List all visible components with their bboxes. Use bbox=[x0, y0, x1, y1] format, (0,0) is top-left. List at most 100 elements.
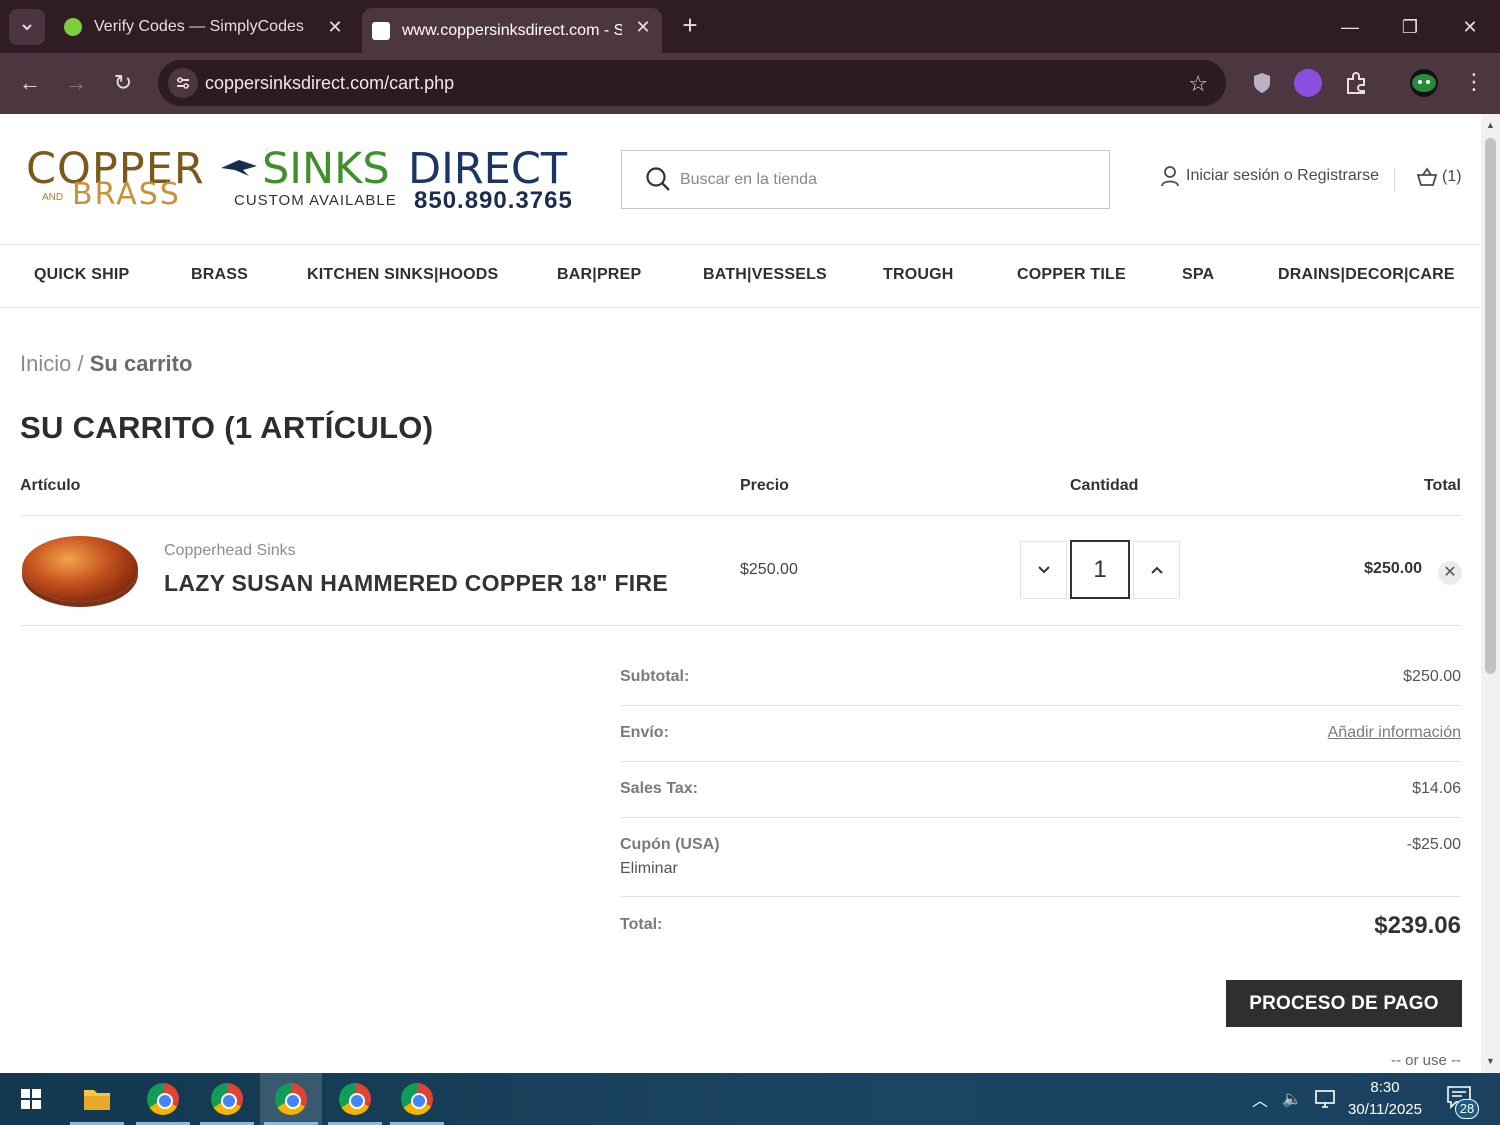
network-icon[interactable] bbox=[1314, 1073, 1336, 1125]
cart-link[interactable]: (1) bbox=[1416, 167, 1462, 187]
nav-item-kitchen-sinks[interactable]: KITCHEN SINKS|HOODS bbox=[307, 266, 498, 284]
shield-extension-icon[interactable] bbox=[1248, 69, 1276, 97]
clock-time: 8:30 bbox=[1370, 1079, 1400, 1096]
windows-logo-icon bbox=[21, 1089, 41, 1109]
start-button[interactable] bbox=[0, 1073, 62, 1125]
store-search[interactable] bbox=[621, 150, 1110, 209]
coupon-value: -$25.00 bbox=[1406, 836, 1461, 853]
tab-search-button[interactable] bbox=[9, 9, 45, 45]
scroll-thumb[interactable] bbox=[1485, 138, 1496, 674]
line-total: $250.00 bbox=[1364, 560, 1422, 577]
remove-item-button[interactable]: ✕ bbox=[1438, 561, 1462, 585]
windows-taskbar: ︿ 🔈 8:30 30/11/2025 28 bbox=[0, 1073, 1500, 1125]
divider bbox=[620, 817, 1461, 818]
site-info-icon[interactable] bbox=[168, 68, 198, 98]
nav-item-bar-prep[interactable]: BAR|PREP bbox=[557, 266, 641, 284]
breadcrumb-current: Su carrito bbox=[89, 351, 193, 376]
taskbar-chrome-4[interactable] bbox=[324, 1073, 386, 1125]
purple-extension-icon[interactable] bbox=[1294, 69, 1322, 97]
tab-simplycodes[interactable]: Verify Codes — SimplyCodes ✕ bbox=[54, 8, 354, 46]
chrome-icon bbox=[147, 1083, 179, 1115]
taskbar-chrome-1[interactable] bbox=[132, 1073, 194, 1125]
close-icon: ✕ bbox=[1443, 564, 1457, 581]
close-window-button[interactable]: ✕ bbox=[1452, 10, 1488, 44]
browser-tab-bar: Verify Codes — SimplyCodes ✕ www.coppers… bbox=[0, 0, 1500, 53]
phone-number[interactable]: 850.890.3765 bbox=[414, 187, 573, 215]
chrome-icon bbox=[211, 1083, 243, 1115]
bookmark-star-icon[interactable]: ☆ bbox=[1188, 71, 1208, 97]
tab-coppersinks[interactable]: www.coppersinksdirect.com - Si ✕ bbox=[362, 8, 662, 53]
breadcrumb-home[interactable]: Inicio bbox=[20, 351, 71, 376]
simplycodes-icon bbox=[64, 18, 82, 36]
logo-sinks-text: SINKS bbox=[262, 144, 390, 194]
scroll-up-arrow-icon[interactable]: ▲ bbox=[1485, 120, 1496, 130]
extensions-puzzle-icon[interactable] bbox=[1342, 69, 1370, 97]
nav-item-trough[interactable]: TROUGH bbox=[883, 266, 954, 284]
product-price: $250.00 bbox=[740, 561, 798, 578]
taskbar-chrome-3[interactable] bbox=[260, 1073, 322, 1125]
taskbar-file-explorer[interactable] bbox=[66, 1073, 128, 1125]
nav-item-bath-vessels[interactable]: BATH|VESSELS bbox=[703, 266, 827, 284]
nav-item-brass[interactable]: BRASS bbox=[191, 266, 248, 284]
nav-item-spa[interactable]: SPA bbox=[1182, 266, 1214, 284]
grand-total-value: $239.06 bbox=[1374, 912, 1461, 939]
quantity-increase-button[interactable] bbox=[1133, 541, 1180, 599]
new-tab-button[interactable]: + bbox=[676, 12, 704, 40]
chevron-down-icon bbox=[1037, 566, 1050, 574]
web-page: COPPER SINKS DIRECT AND BRASS CUSTOM AVA… bbox=[0, 114, 1481, 1073]
cart-count: (1) bbox=[1442, 168, 1462, 185]
search-icon[interactable] bbox=[644, 165, 672, 193]
volume-icon[interactable]: 🔈 bbox=[1282, 1073, 1302, 1125]
divider bbox=[20, 625, 1461, 626]
nav-item-quick-ship[interactable]: QUICK SHIP bbox=[34, 266, 129, 284]
taskbar-chrome-2[interactable] bbox=[196, 1073, 258, 1125]
coupon-label: Cupón (USA) bbox=[620, 836, 720, 853]
logo-and-text: AND bbox=[42, 192, 64, 203]
tab-title: Verify Codes — SimplyCodes bbox=[94, 18, 304, 35]
page-scrollbar[interactable]: ▲ ▼ bbox=[1481, 114, 1500, 1073]
page-title: SU CARRITO (1 ARTÍCULO) bbox=[20, 410, 434, 445]
product-brand[interactable]: Copperhead Sinks bbox=[164, 542, 296, 560]
remove-coupon-link[interactable]: Eliminar bbox=[620, 860, 678, 878]
nav-item-drains-decor-care[interactable]: DRAINS|DECOR|CARE bbox=[1278, 266, 1455, 284]
minimize-button[interactable]: — bbox=[1332, 10, 1368, 44]
divider bbox=[620, 705, 1461, 706]
subtotal-label: Subtotal: bbox=[620, 668, 690, 685]
or-use-text: -- or use -- bbox=[1390, 1052, 1461, 1069]
breadcrumb: Inicio / Su carrito bbox=[20, 351, 192, 377]
logo-custom-text: CUSTOM AVAILABLE bbox=[234, 192, 397, 209]
taskbar-chrome-5[interactable] bbox=[386, 1073, 448, 1125]
url-text: coppersinksdirect.com/cart.php bbox=[205, 73, 455, 93]
product-image[interactable] bbox=[22, 536, 138, 602]
chevron-down-icon bbox=[22, 24, 32, 31]
reload-button[interactable]: ↻ bbox=[105, 65, 141, 101]
notification-count-badge: 28 bbox=[1455, 1099, 1479, 1119]
sign-in-link[interactable]: Iniciar sesión o Registrarse bbox=[1160, 165, 1379, 187]
close-tab-icon[interactable]: ✕ bbox=[326, 18, 344, 36]
column-header-price: Precio bbox=[740, 477, 789, 494]
divider bbox=[620, 761, 1461, 762]
quantity-input[interactable]: 1 bbox=[1070, 540, 1130, 599]
clock[interactable]: 8:30 30/11/2025 bbox=[1340, 1077, 1430, 1121]
search-input[interactable] bbox=[680, 167, 1080, 193]
close-tab-icon[interactable]: ✕ bbox=[634, 18, 652, 36]
back-button[interactable]: ← bbox=[12, 65, 48, 101]
product-name[interactable]: LAZY SUSAN HAMMERED COPPER 18" FIRE bbox=[164, 570, 668, 597]
forward-button[interactable]: → bbox=[58, 65, 94, 101]
browser-toolbar: ← → ↻ coppersinksdirect.com/cart.php ☆ ⋮ bbox=[0, 53, 1500, 114]
quantity-decrease-button[interactable] bbox=[1020, 541, 1067, 599]
subtotal-value: $250.00 bbox=[1403, 668, 1461, 685]
site-logo[interactable]: COPPER SINKS DIRECT AND BRASS CUSTOM AVA… bbox=[26, 144, 582, 214]
nav-item-copper-tile[interactable]: COPPER TILE bbox=[1017, 266, 1126, 284]
divider bbox=[20, 515, 1461, 516]
restore-button[interactable]: ❐ bbox=[1392, 10, 1428, 44]
column-header-total: Total bbox=[1423, 477, 1461, 494]
address-bar[interactable]: coppersinksdirect.com/cart.php ☆ bbox=[158, 60, 1226, 106]
profile-avatar[interactable] bbox=[1410, 69, 1438, 97]
menu-kebab-icon[interactable]: ⋮ bbox=[1460, 69, 1488, 97]
add-shipping-info-link[interactable]: Añadir información bbox=[1328, 724, 1461, 742]
total-label: Total: bbox=[620, 916, 663, 933]
checkout-button[interactable]: PROCESO DE PAGO bbox=[1226, 980, 1462, 1027]
scroll-down-arrow-icon[interactable]: ▼ bbox=[1485, 1056, 1496, 1066]
show-hidden-icons[interactable]: ︿ bbox=[1252, 1073, 1268, 1125]
